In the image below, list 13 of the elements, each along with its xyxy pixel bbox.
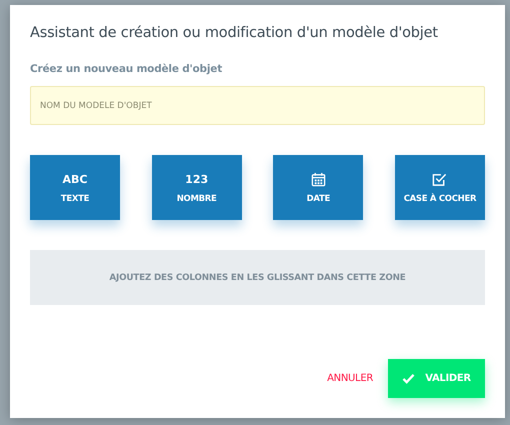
field-type-button[interactable]: ABC TEXTE [30,155,120,220]
check-icon [402,373,416,384]
calendar-icon [310,172,326,186]
dialog-title: Assistant de création ou modification d'un modèle d'objet [30,25,439,41]
field-type-button[interactable]: 123 NOMBRE [152,155,242,220]
input-field[interactable]: NOM DU MODELE D'OBJET [30,86,485,125]
section-label: Créez un nouveau modèle d'objet [30,63,224,75]
drop-zone-hint: AJOUTEZ DES COLONNES EN LES GLISSANT DANS CETTE ZONE [109,272,406,282]
checkbox-icon [432,172,448,186]
drop-zone[interactable]: AJOUTEZ DES COLONNES EN LES GLISSANT DANS CETTE ZONE [30,250,485,305]
cancel-button[interactable]: ANNULER [327,369,373,388]
field-type-button[interactable]: CASE À COCHER [394,155,485,220]
field-type-button[interactable]: DATE [273,155,364,220]
